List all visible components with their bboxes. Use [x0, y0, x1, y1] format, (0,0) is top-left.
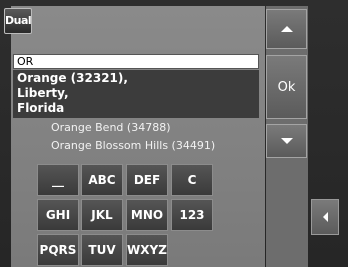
- triangle-down-icon: [280, 138, 293, 144]
- key-tuv[interactable]: TUV: [81, 234, 123, 266]
- key-space[interactable]: __: [37, 164, 79, 196]
- search-input[interactable]: OR: [13, 54, 259, 69]
- triangle-up-icon: [280, 26, 293, 32]
- key-ghi[interactable]: GHI: [37, 199, 79, 231]
- key-abc[interactable]: ABC: [81, 164, 123, 196]
- result-item-selected[interactable]: Orange (32321), Liberty, Florida: [13, 70, 259, 118]
- result-line: Florida: [17, 101, 65, 115]
- ok-button[interactable]: Ok: [266, 55, 307, 119]
- scroll-down-button[interactable]: [266, 124, 307, 158]
- screen: Dual OR Orange (32321), Liberty, Florida…: [0, 0, 348, 267]
- dual-logo: Dual: [4, 8, 32, 34]
- result-line: Liberty,: [17, 86, 69, 100]
- key-def[interactable]: DEF: [126, 164, 168, 196]
- result-item[interactable]: Orange Blossom Hills (34491): [51, 138, 261, 154]
- key-mno[interactable]: MNO: [126, 199, 168, 231]
- key-pqrs[interactable]: PQRS: [37, 234, 79, 266]
- result-line: Orange (32321),: [17, 71, 128, 85]
- back-button[interactable]: [311, 199, 339, 235]
- key-123[interactable]: 123: [171, 199, 213, 231]
- scroll-up-button[interactable]: [266, 9, 307, 49]
- key-jkl[interactable]: JKL: [81, 199, 123, 231]
- key-clear[interactable]: C: [171, 164, 213, 196]
- result-item[interactable]: Orange Bend (34788): [51, 120, 261, 136]
- triangle-left-icon: [322, 212, 328, 222]
- key-wxyz[interactable]: WXYZ: [126, 234, 168, 266]
